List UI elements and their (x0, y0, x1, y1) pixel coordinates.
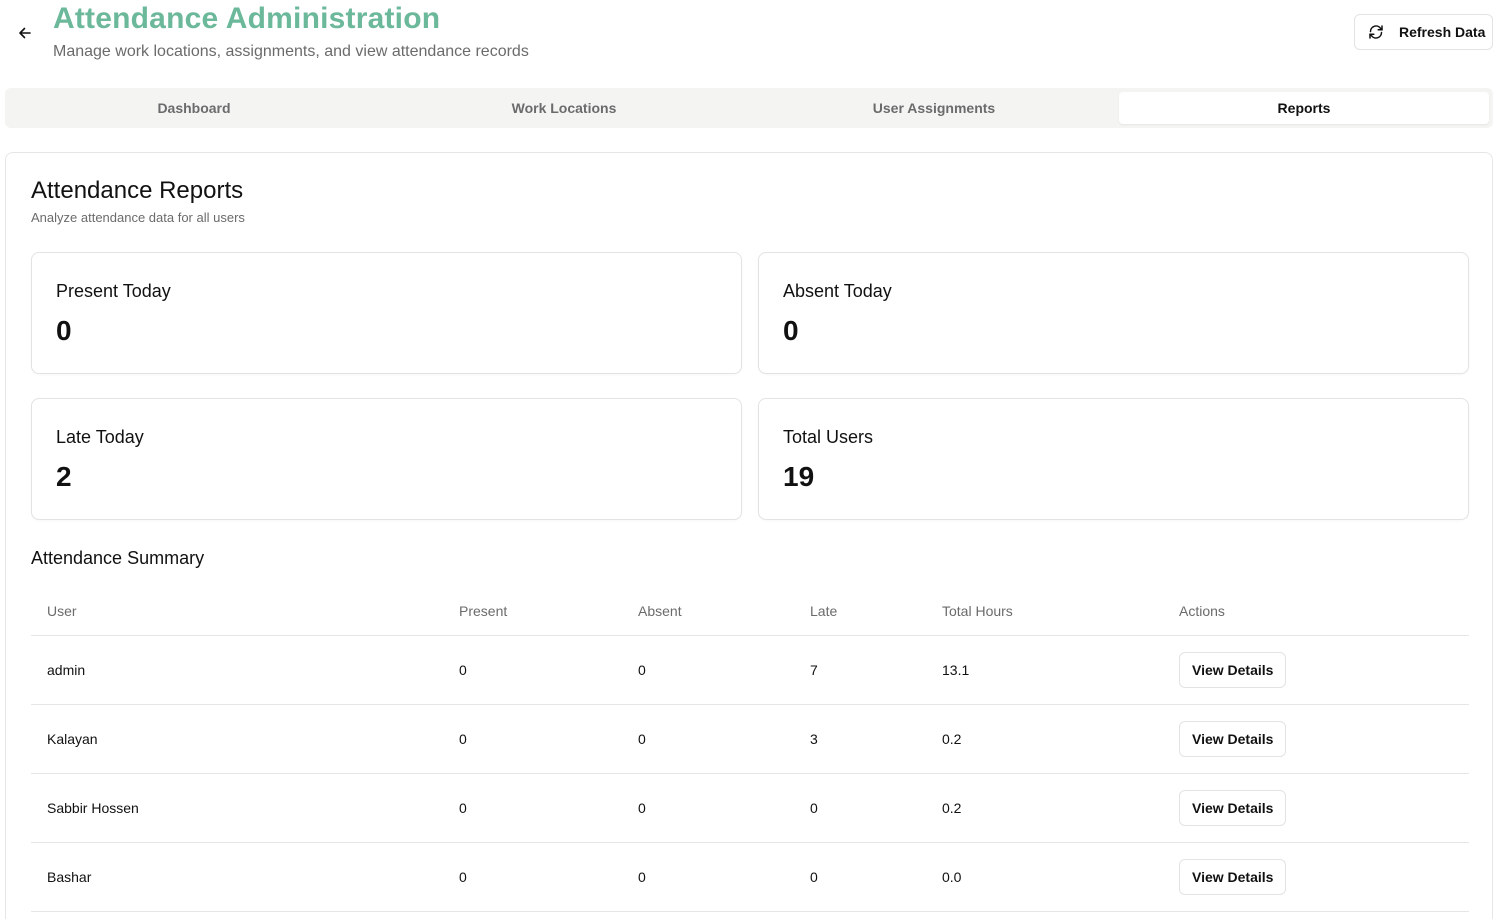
cell-present: 0 (459, 662, 467, 678)
page-title: Attendance Administration (53, 2, 441, 35)
column-header-actions: Actions (1179, 603, 1225, 619)
column-header-present: Present (459, 603, 508, 619)
stat-label: Absent Today (783, 281, 892, 301)
cell-absent: 0 (638, 731, 646, 747)
cell-user: admin (47, 662, 86, 678)
tab-dashboard[interactable]: Dashboard (9, 92, 379, 124)
stat-value: 0 (783, 315, 799, 346)
view-details-button[interactable]: View Details (1179, 652, 1287, 688)
cell-absent: 0 (638, 800, 646, 816)
cell-absent: 0 (638, 662, 646, 678)
column-header-absent: Absent (638, 603, 682, 619)
view-details-button[interactable]: View Details (1179, 721, 1287, 757)
page-header: Attendance Administration Manage work lo… (0, 0, 1504, 80)
cell-user: Kalayan (47, 731, 98, 747)
back-button[interactable] (14, 22, 36, 44)
cell-present: 0 (459, 731, 467, 747)
cell-late: 0 (810, 800, 818, 816)
cell-actions: View Details (1179, 774, 1287, 842)
reports-card: Attendance Reports Analyze attendance da… (5, 152, 1493, 919)
cell-total-hours: 13.1 (942, 662, 970, 678)
cell-total-hours: 0.2 (942, 800, 962, 816)
stat-card-absent-today: Absent Today 0 (758, 252, 1469, 374)
tab-user-assignments[interactable]: User Assignments (749, 92, 1119, 124)
stat-label: Total Users (783, 427, 874, 447)
page: Attendance Administration Manage work lo… (0, 0, 1504, 919)
stat-value: 19 (783, 461, 815, 492)
cell-total-hours: 0.0 (942, 869, 962, 885)
cell-late: 3 (810, 731, 818, 747)
tab-work-locations[interactable]: Work Locations (379, 92, 749, 124)
stat-card-total-users: Total Users 19 (758, 398, 1469, 520)
cell-user: Sabbir Hossen (47, 800, 139, 816)
stat-card-late-today: Late Today 2 (31, 398, 742, 520)
cell-late: 7 (810, 662, 818, 678)
view-details-button[interactable]: View Details (1179, 790, 1287, 826)
tab-reports[interactable]: Reports (1119, 92, 1489, 124)
table-row: Sabbir Hossen 0 0 0 0.2 View Details (31, 774, 1469, 843)
arrow-left-icon (17, 25, 33, 41)
page-subtitle: Manage work locations, assignments, and … (53, 43, 529, 60)
column-header-total-hours: Total Hours (942, 603, 1013, 619)
cell-actions: View Details (1179, 705, 1287, 773)
stat-value: 0 (56, 315, 72, 346)
attendance-summary-title: Attendance Summary (31, 548, 205, 568)
cell-late: 0 (810, 869, 818, 885)
cell-present: 0 (459, 869, 467, 885)
table-row: Bashar 0 0 0 0.0 View Details (31, 843, 1469, 912)
table-row: Kalayan 0 0 3 0.2 View Details (31, 705, 1469, 774)
cell-user: Bashar (47, 869, 92, 885)
tab-bar: Dashboard Work Locations User Assignment… (5, 88, 1493, 128)
column-header-user: User (47, 603, 77, 619)
refresh-data-label: Refresh Data (1399, 24, 1486, 40)
stat-label: Present Today (56, 281, 171, 301)
table-header-row: User Present Absent Late Total Hours Act… (31, 587, 1469, 636)
stat-label: Late Today (56, 427, 144, 447)
refresh-data-button[interactable]: Refresh Data (1354, 14, 1493, 50)
view-details-button[interactable]: View Details (1179, 859, 1287, 895)
cell-present: 0 (459, 800, 467, 816)
cell-total-hours: 0.2 (942, 731, 962, 747)
reports-description: Analyze attendance data for all users (31, 210, 245, 225)
cell-actions: View Details (1179, 843, 1287, 911)
attendance-summary-table: User Present Absent Late Total Hours Act… (31, 587, 1469, 912)
stat-card-present-today: Present Today 0 (31, 252, 742, 374)
column-header-late: Late (810, 603, 838, 619)
reports-title: Attendance Reports (31, 177, 244, 204)
cell-actions: View Details (1179, 636, 1287, 704)
refresh-icon (1367, 23, 1385, 41)
stat-value: 2 (56, 461, 72, 492)
cell-absent: 0 (638, 869, 646, 885)
table-row: admin 0 0 7 13.1 View Details (31, 636, 1469, 705)
